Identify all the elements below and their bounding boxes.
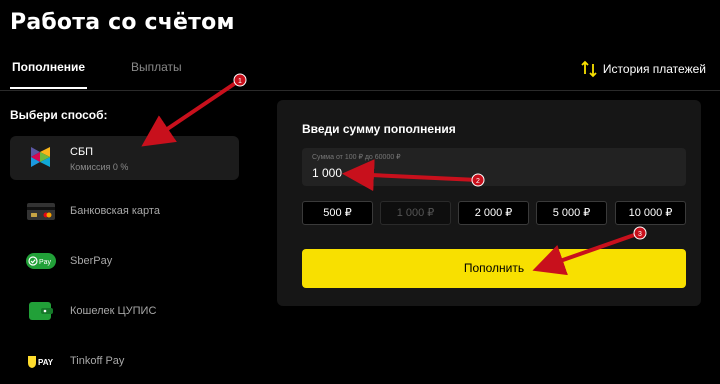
payment-history-label: История платежей	[602, 62, 706, 76]
topup-button[interactable]: Пополнить	[302, 249, 686, 288]
amount-hint: Сумма от 100 ₽ до 60000 ₽	[312, 154, 401, 161]
method-bank-card-name: Банковская карта	[70, 205, 160, 217]
quick-amount-10000[interactable]: 10 000 ₽	[615, 201, 686, 225]
deposit-panel: Введи сумму пополнения Сумма от 100 ₽ до…	[277, 100, 701, 306]
sbp-logo-icon	[31, 147, 50, 167]
method-bank-card[interactable]: Банковская карта	[10, 190, 239, 234]
method-cupis-wallet-name: Кошелек ЦУПИС	[70, 305, 157, 317]
method-cupis-wallet[interactable]: Кошелек ЦУПИС	[10, 290, 239, 334]
payment-history-link[interactable]: История платежей	[581, 60, 706, 78]
wallet-icon	[29, 302, 53, 320]
method-sbp[interactable]: СБП Комиссия 0 %	[10, 136, 239, 180]
sberpay-logo-icon: Pay	[26, 253, 56, 269]
quick-amount-500[interactable]: 500 ₽	[302, 201, 373, 225]
method-sbp-commission: Комиссия 0 %	[70, 162, 129, 172]
method-sberpay[interactable]: Pay SberPay	[10, 240, 239, 284]
method-sbp-name: СБП	[70, 146, 94, 158]
amount-field[interactable]: Сумма от 100 ₽ до 60000 ₽	[302, 148, 686, 186]
tab-deposit[interactable]: Пополнение	[9, 60, 88, 89]
quick-amount-1000[interactable]: 1 000 ₽	[380, 201, 451, 225]
svg-text:Pay: Pay	[39, 259, 52, 266]
page-title: Работа со счётом	[10, 10, 235, 35]
method-sberpay-name: SberPay	[70, 255, 113, 267]
quick-amount-5000[interactable]: 5 000 ₽	[536, 201, 607, 225]
swap-vertical-icon	[581, 60, 597, 78]
tab-bar: Пополнение Выплаты История платежей	[0, 52, 720, 91]
quick-amount-2000[interactable]: 2 000 ₽	[458, 201, 529, 225]
method-tinkoff-pay-name: Tinkoff Pay	[70, 355, 125, 367]
method-tinkoff-pay[interactable]: PAY Tinkoff Pay	[10, 340, 239, 384]
tab-payouts[interactable]: Выплаты	[131, 60, 182, 74]
tinkoff-pay-logo-icon: PAY	[28, 356, 54, 368]
methods-heading: Выбери способ:	[10, 108, 108, 122]
amount-input[interactable]	[310, 164, 614, 182]
svg-text:PAY: PAY	[38, 358, 54, 367]
bank-card-icon	[27, 203, 55, 220]
deposit-title: Введи сумму пополнения	[302, 122, 456, 136]
